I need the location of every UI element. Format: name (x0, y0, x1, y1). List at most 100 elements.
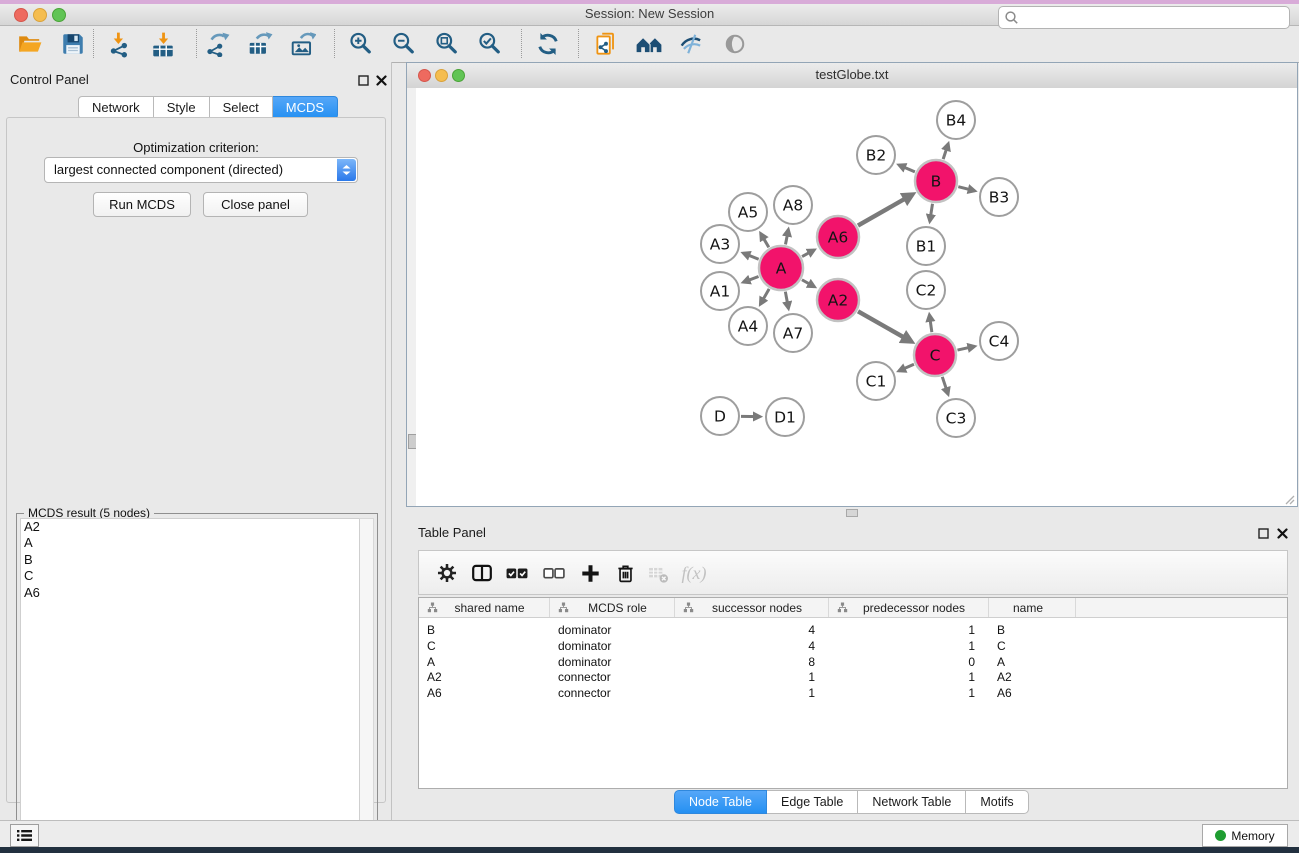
graph-edge-C-C4[interactable] (957, 346, 974, 350)
zoom-fit-icon[interactable] (433, 30, 461, 58)
column-header-successor-nodes[interactable]: successor nodes (675, 598, 829, 617)
graph-edge-A-A3[interactable] (743, 253, 758, 259)
tab-select[interactable]: Select (210, 96, 273, 119)
graph-node-C2[interactable]: C2 (907, 271, 945, 309)
tab-mcds[interactable]: MCDS (273, 96, 338, 119)
delete-column-icon[interactable] (612, 561, 638, 585)
graph-node-A1[interactable]: A1 (701, 272, 739, 310)
graph-edge-A-A1[interactable] (743, 276, 758, 282)
result-scrollbar[interactable] (359, 518, 374, 848)
column-header-MCDS-role[interactable]: MCDS role (550, 598, 675, 617)
export-network-icon[interactable] (203, 30, 231, 58)
zoom-out-icon[interactable] (390, 30, 418, 58)
graph-edge-A2-C[interactable] (858, 311, 912, 341)
zoom-in-icon[interactable] (347, 30, 375, 58)
import-table-icon[interactable] (149, 30, 177, 58)
search-input[interactable] (998, 6, 1290, 29)
graph-edge-C-C3[interactable] (942, 377, 948, 394)
result-item-C[interactable]: C (21, 568, 361, 584)
run-mcds-button[interactable]: Run MCDS (93, 192, 191, 217)
graph-edge-B-B4[interactable] (943, 144, 948, 159)
zoom-selected-icon[interactable] (476, 30, 504, 58)
tab-motifs[interactable]: Motifs (966, 790, 1028, 814)
table-settings-icon[interactable] (434, 561, 460, 585)
export-table-icon[interactable] (246, 30, 274, 58)
open-file-icon[interactable] (16, 30, 44, 58)
tab-network[interactable]: Network (78, 96, 154, 119)
add-column-icon[interactable] (577, 561, 603, 585)
close-panel-button[interactable]: Close panel (203, 192, 308, 217)
graph-node-B4[interactable]: B4 (937, 101, 975, 139)
horizontal-splitter[interactable] (406, 507, 1299, 517)
graph-node-B3[interactable]: B3 (980, 178, 1018, 216)
tab-network-table[interactable]: Network Table (858, 790, 966, 814)
splitter-grip[interactable] (846, 509, 858, 517)
result-item-A2[interactable]: A2 (21, 519, 361, 535)
graph-node-A3[interactable]: A3 (701, 225, 739, 263)
graph-node-C4[interactable]: C4 (980, 322, 1018, 360)
graph-node-A4[interactable]: A4 (729, 307, 767, 345)
graph-edge-A-A7[interactable] (785, 292, 788, 309)
graph-edge-C-C1[interactable] (899, 364, 914, 371)
graph-node-A7[interactable]: A7 (774, 314, 812, 352)
graph-node-A[interactable]: A (759, 246, 803, 290)
graph-edge-A6-B[interactable] (858, 194, 913, 225)
toggle-columns-icon[interactable] (469, 561, 495, 585)
home-view-icon[interactable] (635, 30, 663, 58)
task-history-button[interactable] (10, 824, 39, 847)
toolbar-separator (578, 29, 579, 58)
tab-node-table[interactable]: Node Table (674, 790, 767, 814)
node-attribute-table[interactable]: shared nameMCDS rolesuccessor nodesprede… (418, 597, 1288, 789)
graph-node-B2[interactable]: B2 (857, 136, 895, 174)
search-box (998, 6, 1290, 29)
close-table-panel-icon[interactable] (1277, 526, 1288, 544)
window-resize-grip[interactable] (1283, 492, 1295, 504)
column-header-shared-name[interactable]: shared name (419, 598, 550, 617)
graph-node-C3[interactable]: C3 (937, 399, 975, 437)
graph-node-A5[interactable]: A5 (729, 193, 767, 231)
graph-node-C[interactable]: C (914, 334, 956, 376)
column-header-name[interactable]: name (989, 598, 1076, 617)
graph-edge-B-B3[interactable] (958, 187, 974, 191)
mcds-result-list[interactable]: A2ABCA6 (20, 518, 362, 848)
graph-node-A2[interactable]: A2 (817, 279, 859, 321)
graph-edge-A-A2[interactable] (802, 280, 815, 287)
graph-edge-A-A5[interactable] (761, 234, 769, 248)
graph-edge-B-B1[interactable] (930, 204, 933, 222)
float-table-panel-icon[interactable] (1258, 526, 1269, 544)
result-item-A[interactable]: A (21, 535, 361, 551)
close-panel-icon[interactable] (376, 73, 387, 91)
graph-edge-C-C2[interactable] (929, 315, 931, 332)
export-image-icon[interactable] (289, 30, 317, 58)
optimization-criterion-dropdown[interactable]: largest connected component (directed) (44, 157, 358, 183)
refresh-layout-icon[interactable] (534, 30, 562, 58)
graph-edge-B-B2[interactable] (899, 165, 915, 172)
hide-graphics-details-icon[interactable] (678, 30, 706, 58)
network-canvas[interactable]: A5A8 A3 A1A4A7 A A6 A2 B B2 B4 B3 B1 C C2 C4 C1 C3 D D1 (416, 88, 1297, 506)
tab-style[interactable]: Style (154, 96, 210, 119)
save-session-icon[interactable] (59, 30, 87, 58)
graph-node-D[interactable]: D (701, 397, 739, 435)
graph-node-A6[interactable]: A6 (817, 216, 859, 258)
float-panel-icon[interactable] (358, 73, 369, 91)
graph-node-C1[interactable]: C1 (857, 362, 895, 400)
select-all-icon[interactable] (504, 561, 530, 585)
graph-edge-A-A6[interactable] (802, 250, 814, 257)
show-graphics-details-icon[interactable] (721, 30, 749, 58)
memory-button[interactable]: Memory (1202, 824, 1288, 847)
graph-node-B[interactable]: B (915, 160, 957, 202)
graph-edge-A-A4[interactable] (760, 289, 769, 304)
graph-edge-A-A8[interactable] (785, 230, 788, 245)
share-document-icon[interactable] (592, 30, 620, 58)
result-item-A6[interactable]: A6 (21, 585, 361, 601)
deselect-all-icon[interactable] (541, 561, 567, 585)
graph-node-D1[interactable]: D1 (766, 398, 804, 436)
tab-edge-table[interactable]: Edge Table (767, 790, 858, 814)
graph-node-B1[interactable]: B1 (907, 227, 945, 265)
column-header-predecessor-nodes[interactable]: predecessor nodes (829, 598, 989, 617)
result-item-B[interactable]: B (21, 552, 361, 568)
import-network-icon[interactable] (106, 30, 134, 58)
desktop-background-strip (0, 847, 1299, 853)
network-window-titlebar[interactable]: testGlobe.txt (407, 63, 1297, 89)
graph-node-A8[interactable]: A8 (774, 186, 812, 224)
